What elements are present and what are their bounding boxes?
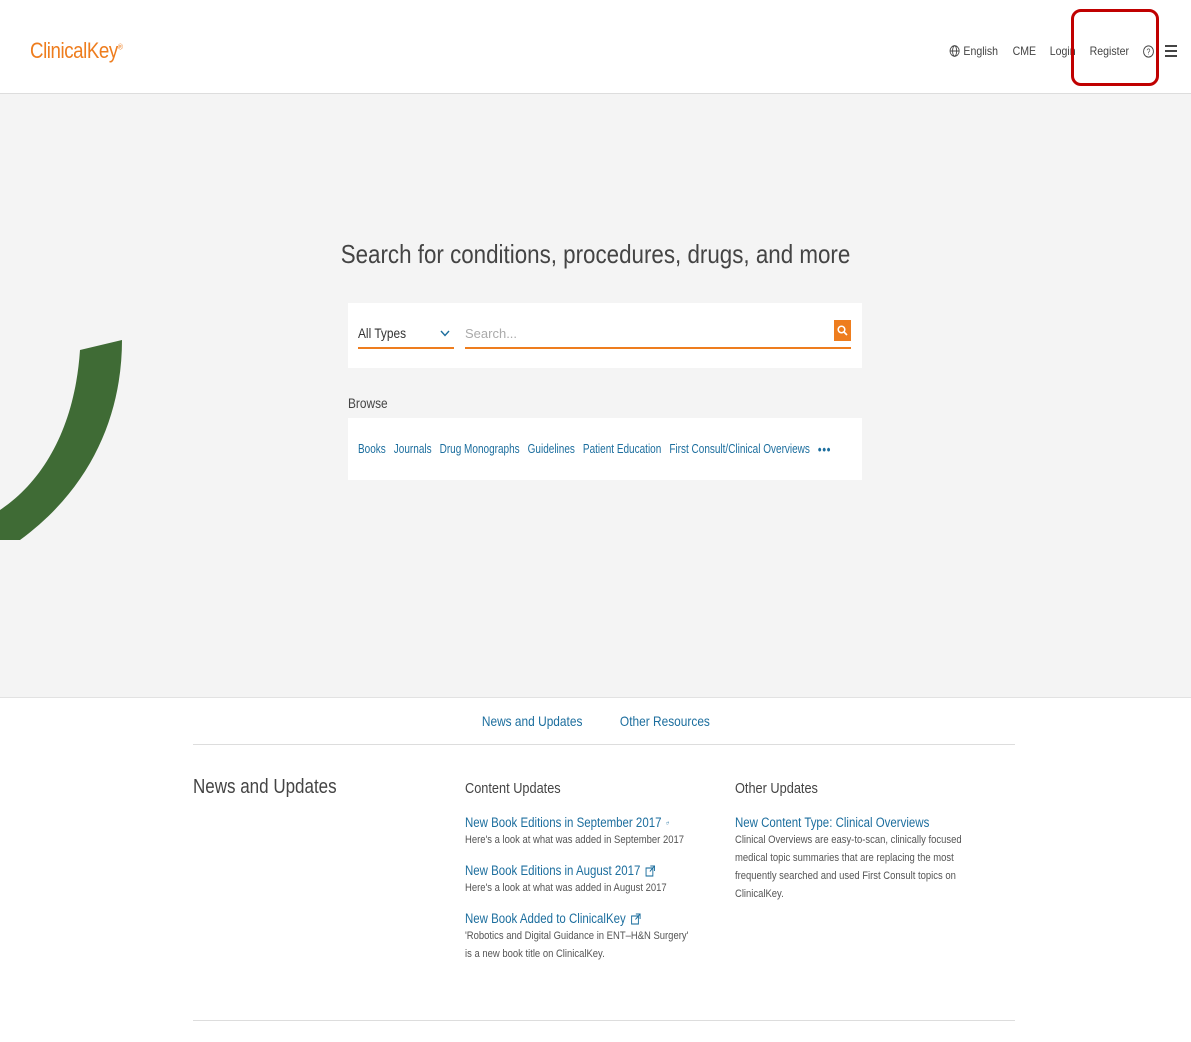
language-label: English [963,44,998,58]
hamburger-menu-icon[interactable] [1165,45,1177,57]
update-link-text: New Book Editions in August 2017 [465,863,641,878]
cme-link[interactable]: CME [1013,44,1036,58]
chevron-down-icon [440,330,450,337]
updates-section: News and Updates Other Resources News an… [0,697,1191,1042]
list-item: New Book Added to ClinicalKey 'Robotics … [465,911,705,963]
browse-box: Books Journals Drug Monographs Guideline… [348,418,862,480]
search-button[interactable] [834,320,851,341]
top-header: ClinicalKey® English CME Login Register … [0,0,1191,94]
content-updates-column: Content Updates New Book Editions in Sep… [465,780,705,977]
more-options-icon[interactable]: ••• [818,442,831,457]
browse-links: Books Journals Drug Monographs Guideline… [358,442,831,457]
tab-news-and-updates[interactable]: News and Updates [482,713,583,729]
search-hero: Search for conditions, procedures, drugs… [0,95,1191,697]
content-type-select[interactable]: All Types [358,319,454,349]
clinicalkey-logo[interactable]: ClinicalKey® [30,38,123,64]
divider [193,1020,1015,1021]
green-arrow-annotation [0,340,122,540]
update-link-text: New Book Added to ClinicalKey [465,911,626,926]
browse-link-journals[interactable]: Journals [394,442,432,457]
logo-mark: ® [117,42,123,52]
update-link-text: New Book Editions in September 2017 [465,815,662,830]
update-link[interactable]: New Book Editions in September 2017 [465,815,669,830]
tab-other-resources[interactable]: Other Resources [620,713,710,729]
browse-link-guidelines[interactable]: Guidelines [528,442,575,457]
app-frame: ClinicalKey® English CME Login Register … [0,0,1191,1042]
update-link[interactable]: New Book Added to ClinicalKey [465,911,669,926]
update-description: 'Robotics and Digital Guidance in ENT–H&… [465,930,689,960]
logo-text: ClinicalKey [30,38,118,63]
update-description: Clinical Overviews are easy-to-scan, cli… [735,834,962,900]
external-link-icon [645,864,656,877]
search-icon [837,325,848,336]
list-item: New Book Editions in August 2017 Here's … [465,863,705,897]
other-updates-column: Other Updates New Content Type: Clinical… [735,780,965,917]
language-selector[interactable]: English [949,44,998,58]
updates-tabs: News and Updates Other Resources [0,713,1191,729]
update-link[interactable]: New Content Type: Clinical Overviews [735,815,931,830]
browse-link-drug-monographs[interactable]: Drug Monographs [440,442,520,457]
register-highlight-box [1071,9,1159,86]
search-input[interactable] [465,319,851,349]
update-link-text: New Content Type: Clinical Overviews [735,815,930,830]
browse-link-first-consult[interactable]: First Consult/Clinical Overviews [669,442,810,457]
external-link-icon [666,821,669,824]
news-heading: News and Updates [193,776,337,798]
update-description: Here's a look at what was added in Augus… [465,882,667,894]
other-updates-title: Other Updates [735,780,818,797]
browse-link-patient-education[interactable]: Patient Education [583,442,661,457]
divider [193,744,1015,745]
search-box: All Types [348,303,862,368]
cme-label: CME [1012,44,1037,58]
external-link-icon [631,912,641,925]
content-updates-title: Content Updates [465,780,561,797]
type-select-value: All Types [358,325,407,341]
browse-link-books[interactable]: Books [358,442,386,457]
update-description: Here's a look at what was added in Septe… [465,834,685,846]
hero-title: Search for conditions, procedures, drugs… [340,239,851,269]
list-item: New Content Type: Clinical Overviews Cli… [735,815,965,903]
list-item: New Book Editions in September 2017 Here… [465,815,705,849]
browse-label: Browse [348,395,388,411]
update-link[interactable]: New Book Editions in August 2017 [465,863,669,878]
globe-icon [949,45,960,57]
